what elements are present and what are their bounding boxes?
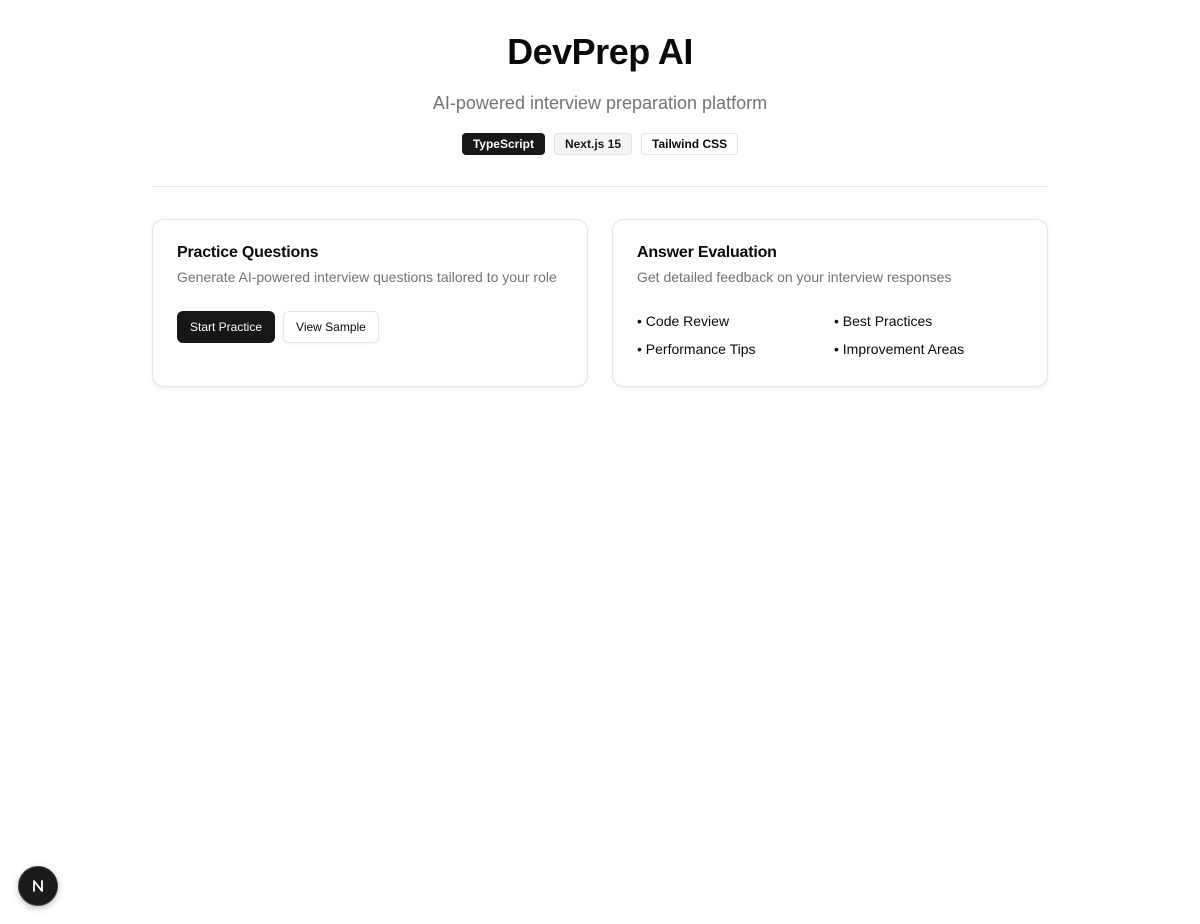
page: DevPrep AI AI-powered interview preparat… — [0, 0, 1200, 924]
divider — [152, 186, 1048, 187]
badge-tailwind: Tailwind CSS — [641, 133, 739, 155]
nextjs-logo-icon — [33, 880, 43, 892]
feature-item-best-practices: Best Practices — [834, 311, 1031, 331]
card-actions: Start Practice View Sample — [177, 311, 563, 343]
feature-item-improvement-areas: Improvement Areas — [834, 339, 1031, 359]
start-practice-button[interactable]: Start Practice — [177, 311, 276, 343]
feature-cards: Practice Questions Generate AI-powered i… — [152, 219, 1048, 387]
badge-typescript: TypeScript — [461, 133, 545, 155]
tech-badges: TypeScript Next.js 15 Tailwind CSS — [152, 133, 1048, 155]
practice-questions-card: Practice Questions Generate AI-powered i… — [152, 219, 588, 387]
main-container: DevPrep AI AI-powered interview preparat… — [152, 0, 1048, 387]
view-sample-button[interactable]: View Sample — [283, 311, 379, 343]
badge-nextjs: Next.js 15 — [553, 133, 633, 155]
card-title: Answer Evaluation — [637, 244, 777, 261]
page-title: DevPrep AI — [507, 31, 693, 72]
page-subtitle: AI-powered interview preparation platfor… — [432, 93, 768, 113]
hero-header: DevPrep AI AI-powered interview preparat… — [152, 0, 1048, 155]
card-title: Practice Questions — [177, 244, 319, 261]
card-description: Generate AI-powered interview questions … — [177, 269, 557, 285]
answer-evaluation-card: Answer Evaluation Get detailed feedback … — [612, 219, 1048, 387]
feature-item-code-review: Code Review — [637, 311, 834, 331]
nextjs-dev-indicator-button[interactable] — [19, 867, 57, 905]
feature-item-performance-tips: Performance Tips — [637, 339, 834, 359]
feature-list: Code Review Best Practices Performance T… — [637, 311, 1023, 359]
card-description: Get detailed feedback on your interview … — [637, 269, 952, 285]
